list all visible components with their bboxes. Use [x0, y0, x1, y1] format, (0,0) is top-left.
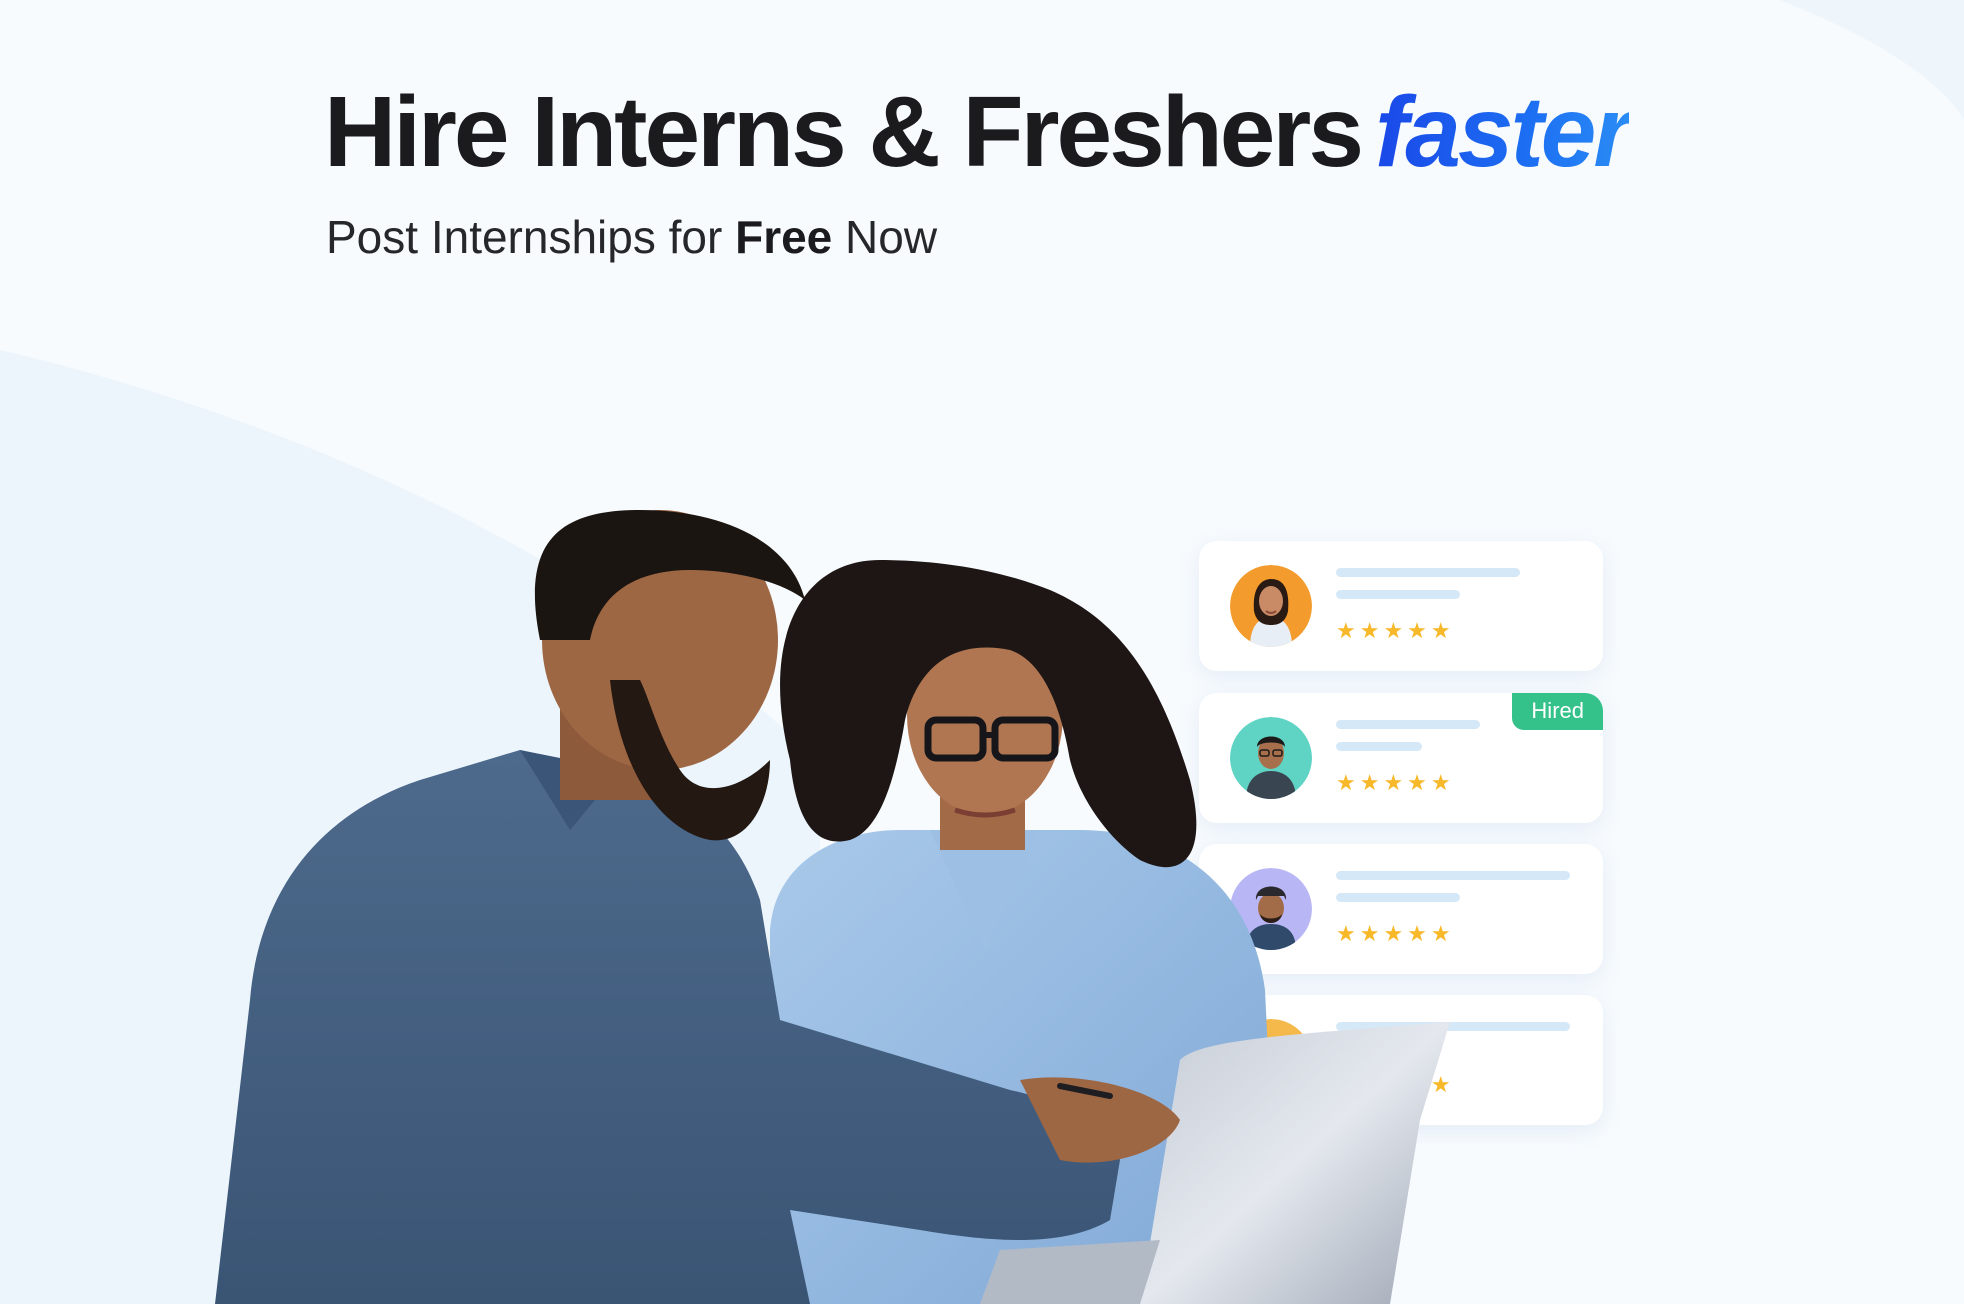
hero-illustration: [215, 510, 1450, 1304]
